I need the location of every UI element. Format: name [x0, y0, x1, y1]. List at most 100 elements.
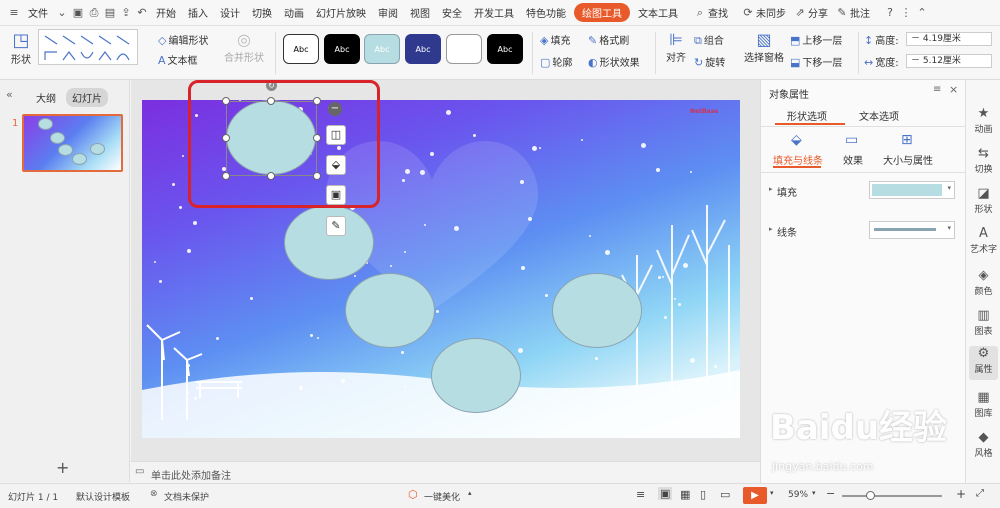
more-icon[interactable]: ⋮ — [898, 6, 914, 19]
slide-thumbnail[interactable] — [22, 114, 123, 172]
zoom-in-icon[interactable]: + — [956, 487, 966, 501]
tab-features[interactable]: 特色功能 — [520, 5, 572, 20]
share-button[interactable]: 分享 — [808, 5, 834, 20]
tab-drawing-tools[interactable]: 绘图工具 — [574, 3, 630, 22]
shape-style-swatch[interactable]: Abc — [405, 34, 441, 64]
fit-window-icon[interactable]: ⤢ — [976, 488, 984, 499]
tab-developer[interactable]: 开发工具 — [468, 5, 520, 20]
text-box-button[interactable]: A 文本框 — [158, 52, 198, 67]
merge-shape-button[interactable]: ◎ 合并形状 — [222, 30, 266, 64]
edit-shape-button[interactable]: ◇ 编辑形状 — [158, 32, 208, 47]
shape-style-swatch[interactable]: Abc — [364, 34, 400, 64]
group-button[interactable]: ⧉ 组合 — [694, 32, 724, 48]
tab-text-tools[interactable]: 文本工具 — [632, 5, 684, 20]
beautify-button[interactable]: 一键美化 — [424, 490, 460, 503]
panel-menu-icon[interactable]: ≡ — [933, 84, 941, 95]
zoom-slider-thumb[interactable] — [866, 491, 875, 500]
notes-placeholder[interactable]: 单击此处添加备注 — [151, 467, 231, 482]
save-icon[interactable]: ▣ — [70, 6, 86, 19]
tab-slides[interactable]: 幻灯片 — [66, 88, 108, 107]
zoom-value[interactable]: 59% — [788, 490, 808, 500]
close-icon[interactable]: × — [949, 83, 958, 96]
tab-shape-options[interactable]: 形状选项 — [787, 108, 827, 123]
expand-line-icon[interactable]: ▸ — [769, 225, 773, 233]
tab-animation[interactable]: 动画 — [278, 5, 310, 20]
share-icon[interactable]: ⇗ — [792, 6, 808, 19]
subtab-effect[interactable]: 效果 — [843, 152, 863, 167]
zoom-dropdown-icon[interactable]: ▾ — [812, 489, 816, 497]
shape-style-swatch[interactable] — [446, 34, 482, 64]
line-section-label[interactable]: 线条 — [777, 224, 797, 239]
comment-icon[interactable]: ✎ — [834, 6, 850, 19]
bring-forward-button[interactable]: ⬒ 上移一层 — [790, 32, 842, 47]
selection-pane-button[interactable]: ▧ 选择窗格 — [744, 30, 784, 64]
collapse-panel-icon[interactable]: « — [6, 88, 13, 101]
side-shape[interactable]: ◪ 形状 — [966, 186, 1000, 215]
side-color[interactable]: ◈ 颜色 — [966, 268, 1000, 297]
search-icon[interactable]: ⌕ — [692, 6, 708, 20]
fill-section-label[interactable]: 填充 — [777, 184, 797, 199]
comment-button[interactable]: 批注 — [850, 5, 876, 20]
sync-status[interactable]: 未同步 — [756, 5, 792, 20]
undo-icon[interactable]: ↶ — [134, 6, 150, 19]
notes-toggle-icon[interactable]: ≡ — [636, 488, 645, 501]
shape-gallery[interactable] — [38, 29, 138, 65]
align-button[interactable]: ⊫ 对齐 — [662, 30, 690, 64]
shape-effect-button[interactable]: ◐ 形状效果 — [588, 54, 640, 69]
ellipse-shape[interactable] — [345, 273, 435, 348]
tab-outline[interactable]: 大纲 — [36, 90, 56, 105]
shape-style-swatch[interactable]: Abc — [487, 34, 523, 64]
tab-transition[interactable]: 切换 — [246, 5, 278, 20]
tab-view[interactable]: 视图 — [404, 5, 436, 20]
notes-bar[interactable]: ▭ 单击此处添加备注 — [131, 461, 760, 483]
subtab-size[interactable]: 大小与属性 — [883, 152, 933, 167]
zoom-out-icon[interactable]: − — [826, 487, 835, 500]
width-minus[interactable]: － — [911, 56, 920, 66]
tab-security[interactable]: 安全 — [436, 5, 468, 20]
tab-review[interactable]: 审阅 — [372, 5, 404, 20]
reading-view-icon[interactable]: ▯ — [700, 488, 706, 501]
collapse-icon[interactable]: ⌃ — [914, 6, 930, 19]
side-gallery[interactable]: ▦ 图库 — [966, 390, 1000, 419]
side-transition[interactable]: ⇆ 切换 — [966, 146, 1000, 175]
file-menu[interactable]: 文件 — [22, 5, 54, 20]
tab-insert[interactable]: 插入 — [182, 5, 214, 20]
play-button[interactable]: ▶ — [743, 487, 767, 504]
sorter-view-icon[interactable]: ▦ — [680, 488, 690, 501]
side-properties[interactable]: ⚙ 属性 — [969, 346, 998, 380]
slideshow-view-icon[interactable]: ▭ — [720, 488, 730, 501]
tab-design[interactable]: 设计 — [214, 5, 246, 20]
tab-slideshow[interactable]: 幻灯片放映 — [310, 5, 372, 20]
expand-fill-icon[interactable]: ▸ — [769, 185, 773, 193]
rotate-button[interactable]: ↻ 旋转 — [694, 54, 725, 69]
search-button[interactable]: 查找 — [708, 5, 734, 20]
tab-home[interactable]: 开始 — [150, 5, 182, 20]
format-painter-button[interactable]: ✎ 格式刷 — [588, 32, 629, 47]
side-animation[interactable]: ★ 动画 — [966, 106, 1000, 135]
width-input[interactable]: － 5.12厘米 — [906, 54, 992, 68]
side-wordart[interactable]: A 艺术字 — [966, 226, 1000, 255]
menu-icon[interactable]: ≡ — [6, 6, 22, 19]
export-icon[interactable]: ⇪ — [118, 6, 134, 19]
ellipse-shape[interactable] — [552, 273, 642, 348]
ellipse-shape[interactable] — [431, 338, 521, 413]
sync-icon[interactable]: ⟳ — [740, 6, 756, 19]
tab-text-options[interactable]: 文本选项 — [859, 108, 899, 123]
normal-view-icon[interactable]: ▣ — [658, 487, 673, 500]
help-icon[interactable]: ? — [882, 6, 898, 19]
print-icon[interactable]: ▤ — [102, 6, 118, 19]
pen-float-button[interactable]: ✎ — [326, 216, 346, 236]
height-minus[interactable]: － — [911, 34, 920, 44]
chevron-down-icon[interactable]: ⌄ — [54, 6, 70, 19]
fill-button[interactable]: ◈ 填充 — [540, 32, 570, 47]
side-chart[interactable]: ▥ 图表 — [966, 308, 1000, 337]
print-preview-icon[interactable]: ⎙ — [86, 6, 102, 20]
shape-style-swatch[interactable]: Abc — [283, 34, 319, 64]
zoom-slider[interactable] — [842, 495, 942, 497]
line-style-select[interactable]: ▾ — [869, 221, 955, 239]
height-input[interactable]: － 4.19厘米 — [906, 32, 992, 46]
side-style[interactable]: ◆ 风格 — [966, 430, 1000, 459]
shape-style-swatch[interactable]: Abc — [324, 34, 360, 64]
shape-button[interactable]: ◳ 形状 — [6, 30, 36, 66]
send-backward-button[interactable]: ⬓ 下移一层 — [790, 54, 842, 69]
